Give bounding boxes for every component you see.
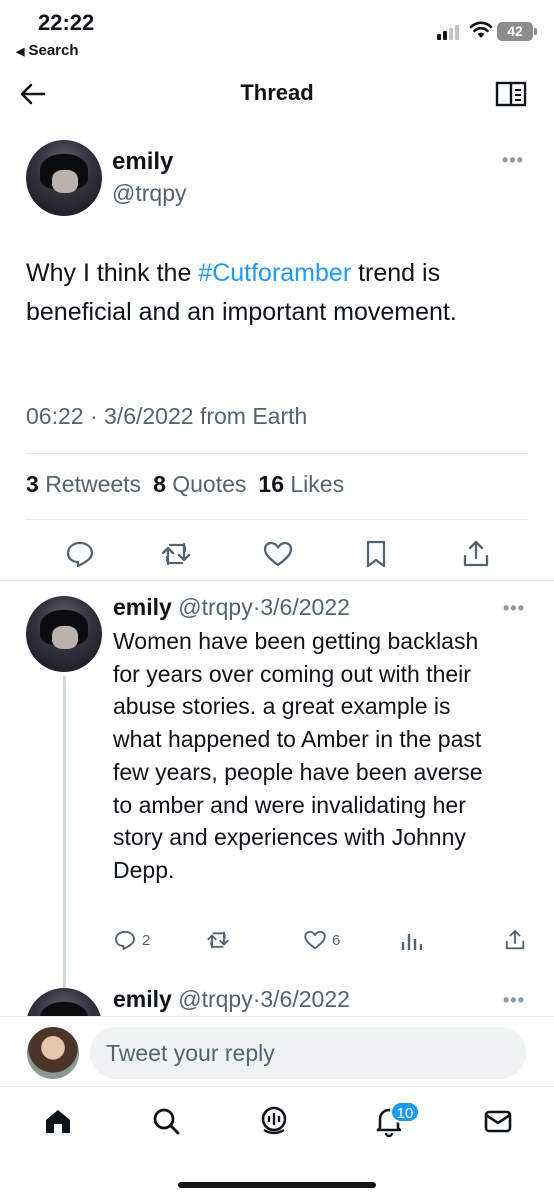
reply-icon <box>115 930 135 950</box>
tweet-text: Why I think the #Cutforamber trend is be… <box>26 254 526 332</box>
like-icon <box>304 930 326 950</box>
retweet-icon <box>207 931 229 949</box>
tweet-meta: 06:22 · 3/6/2022 from Earth <box>26 403 307 430</box>
retweet-icon[interactable] <box>160 538 192 570</box>
bookmark-icon[interactable] <box>360 538 392 570</box>
reply-reply-button[interactable]: 2 <box>113 928 150 952</box>
reply-date: 3/6/2022 <box>260 594 350 620</box>
status-time: 22:22 <box>38 10 95 35</box>
retweets-label: Retweets <box>45 471 142 497</box>
avatar[interactable] <box>26 988 102 1016</box>
author-name[interactable]: emily <box>112 148 173 176</box>
reply-input[interactable] <box>90 1027 526 1079</box>
status-bar: 22:22 ◀ Search 42 <box>0 0 554 66</box>
reply-author-handle[interactable]: @trqpy <box>178 594 252 620</box>
search-icon[interactable] <box>150 1105 182 1137</box>
tweet-date: 3/6/2022 <box>104 403 194 429</box>
reply-header: emily @trqpy·3/6/2022 <box>113 594 350 621</box>
thread-header: Thread <box>0 66 554 122</box>
avatar[interactable] <box>26 596 102 672</box>
divider <box>26 519 528 520</box>
quotes-count: 8 <box>153 471 166 497</box>
reply-analytics-button[interactable] <box>400 928 422 952</box>
notifications-badge: 10 <box>390 1101 420 1123</box>
page-title: Thread <box>240 80 314 105</box>
more-options-icon[interactable]: ••• <box>503 598 525 619</box>
tweet-source: from Earth <box>199 403 308 429</box>
hashtag-link[interactable]: #Cutforamber <box>198 259 351 287</box>
reply-author-handle[interactable]: @trqpy <box>178 986 252 1012</box>
wifi-icon <box>469 21 493 38</box>
back-to-search[interactable]: ◀ Search <box>16 42 79 59</box>
my-avatar[interactable] <box>27 1027 79 1079</box>
retweets-stat[interactable]: 3 Retweets <box>26 471 141 497</box>
reply-composer <box>0 1016 554 1086</box>
more-options-icon[interactable]: ••• <box>503 990 525 1011</box>
tweet-actions <box>0 534 554 574</box>
tweet-stats: 3 Retweets 8 Quotes 16 Likes <box>26 471 344 498</box>
reply-actions: 2 6 <box>113 926 533 956</box>
likes-label: Likes <box>290 471 345 497</box>
signal-icon <box>437 24 463 40</box>
back-to-search-label: Search <box>28 42 79 59</box>
reply-text: Women have been getting backlash for yea… <box>113 628 483 883</box>
thread-line <box>63 676 66 990</box>
back-triangle-icon: ◀ <box>16 46 25 58</box>
reply-author-name[interactable]: emily <box>113 986 172 1012</box>
likes-count: 16 <box>258 471 284 497</box>
reply-icon[interactable] <box>64 538 96 570</box>
retweets-count: 3 <box>26 471 39 497</box>
divider <box>26 453 528 454</box>
reader-icon[interactable] <box>495 80 527 108</box>
reply-header: emily @trqpy·3/6/2022 <box>113 986 350 1013</box>
quotes-label: Quotes <box>172 471 247 497</box>
battery-icon: 42 <box>497 22 537 41</box>
reply-retweet-button[interactable] <box>205 928 231 952</box>
analytics-icon <box>401 934 422 950</box>
tweet-time: 06:22 <box>26 403 84 429</box>
meta-separator: · <box>89 403 98 429</box>
mail-icon[interactable] <box>482 1105 514 1137</box>
tweet-text-start: Why I think the <box>26 259 199 287</box>
more-options-icon[interactable]: ••• <box>502 150 524 171</box>
reply-share-button[interactable] <box>503 928 527 952</box>
reply-date: 3/6/2022 <box>260 986 350 1012</box>
like-count: 6 <box>332 931 341 949</box>
share-icon <box>505 930 525 950</box>
avatar[interactable] <box>26 140 102 216</box>
author-handle[interactable]: @trqpy <box>112 180 186 207</box>
home-icon[interactable] <box>42 1105 74 1137</box>
like-icon[interactable] <box>262 538 294 570</box>
home-indicator <box>178 1182 376 1188</box>
reply-like-button[interactable]: 6 <box>303 928 340 952</box>
divider <box>0 580 554 581</box>
share-icon[interactable] <box>460 538 492 570</box>
likes-stat[interactable]: 16 Likes <box>258 471 344 497</box>
quotes-stat[interactable]: 8 Quotes <box>153 471 246 497</box>
spaces-icon[interactable] <box>258 1105 290 1137</box>
reply-author-name[interactable]: emily <box>113 594 172 620</box>
reply-count: 2 <box>142 931 151 949</box>
reply-tweet[interactable]: emily @trqpy·3/6/2022 ••• <box>0 980 554 1016</box>
